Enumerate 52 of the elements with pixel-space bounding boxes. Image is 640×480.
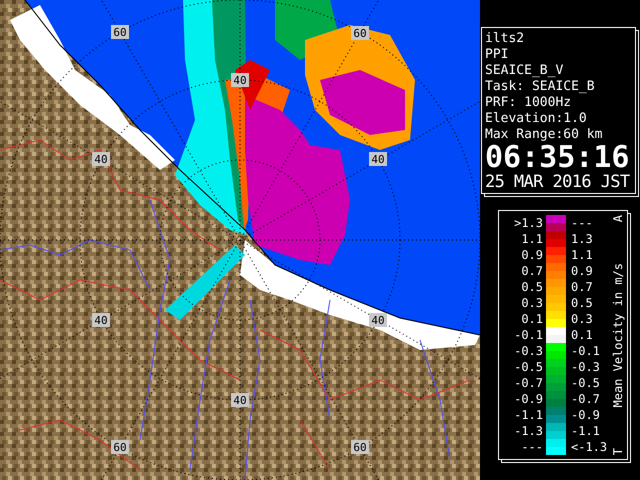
legend-label: 0.9 [521,247,543,263]
date-text: 25 MAR 2016 JST [485,173,631,192]
legend-label: -0.7 [514,375,543,391]
legend-label: 0.1 [571,327,593,343]
legend-label: --- [521,439,543,455]
legend-mark: A [611,215,625,222]
range-label: 40 [92,152,110,166]
range-label: 40 [231,393,249,407]
range-label: 40 [92,313,110,327]
legend-label: -0.5 [571,375,600,391]
legend-label: -1.1 [514,407,543,423]
legend-label: -1.3 [514,423,543,439]
legend-label: 0.7 [521,263,543,279]
legend-mark: T [611,448,625,455]
legend-label: 1.3 [571,231,593,247]
range-label: 60 [111,25,129,39]
legend-label: -0.5 [514,359,543,375]
legend-label: 0.7 [571,279,593,295]
range-label: 60 [351,26,369,40]
legend-label: <-1.3 [571,439,608,455]
legend-label: 0.3 [571,311,593,327]
info-line: PPI [485,47,510,63]
info-line: PRF: 1000Hz [485,95,572,111]
time-text: 06:35:16 [485,143,630,173]
info-line: Task: SEAICE_B [485,79,596,95]
range-label: 40 [369,152,387,166]
legend-label: 0.3 [521,295,543,311]
range-label: 60 [111,440,129,454]
info-line: ilts2 [485,31,526,47]
legend-label: -0.3 [571,359,600,375]
legend-label: >1.3 [514,215,543,231]
range-label: 40 [369,313,387,327]
legend-label: -0.1 [571,343,600,359]
info-line: SEAICE_B_V [485,63,564,79]
range-label: 60 [351,440,369,454]
info-line: Max Range:60 km [485,127,604,143]
legend-label: -0.9 [514,391,543,407]
legend-label: 0.9 [571,263,593,279]
legend-label: 1.1 [521,231,543,247]
legend-label: --- [571,215,593,231]
legend-label: 0.5 [571,295,593,311]
legend-label: 0.1 [521,311,543,327]
legend-label: 1.1 [571,247,593,263]
legend-label: 0.5 [521,279,543,295]
legend-label: -0.1 [514,327,543,343]
legend-label: -0.9 [571,407,600,423]
legend-label: -0.3 [514,343,543,359]
info-line: Elevation:1.0 [485,111,588,127]
legend-label: -0.7 [571,391,600,407]
legend-title: Mean Velocity in m/s [611,262,625,408]
range-label: 40 [231,73,249,87]
legend-label: -1.1 [571,423,600,439]
